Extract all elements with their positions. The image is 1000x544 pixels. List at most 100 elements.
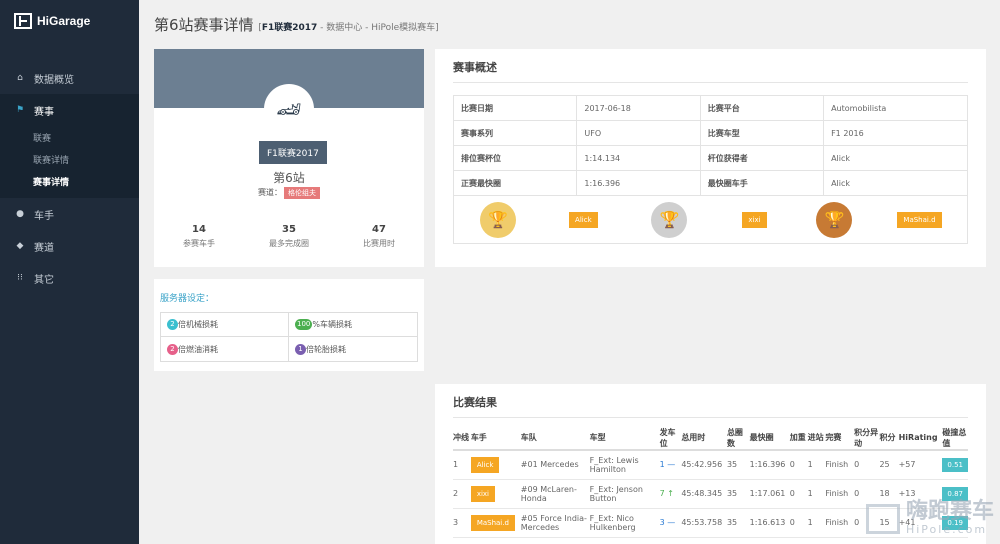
overview-table: 比赛日期 2017-06-18 比赛平台 Automobilista 赛事系列 …: [452, 95, 968, 196]
overview-key: 杆位获得者: [699, 145, 825, 171]
column-header: 完赛: [825, 426, 855, 451]
map-marker-icon: ◆: [16, 241, 24, 251]
results-title: 比赛结果: [453, 384, 968, 418]
cell-car: F_Ext: Jenson Button: [589, 479, 660, 509]
driver-tag[interactable]: MaShai.d: [897, 211, 942, 228]
podium-second: 🏆 xixi: [624, 201, 794, 238]
overview-value: 1:14.134: [576, 145, 701, 171]
stat-label: 最多完成圈: [269, 239, 309, 248]
driver-tag[interactable]: xixi: [470, 486, 495, 502]
grid-value: 7: [659, 489, 665, 498]
dash-icon: —: [667, 518, 676, 527]
page-sub-rest: - 数据中心 - HiPole模拟赛车]: [317, 23, 439, 33]
cell-grid: 3 —: [659, 508, 682, 538]
cell-pos: 1: [453, 450, 471, 480]
overview-value: Alick: [823, 145, 968, 171]
silver-trophy-icon: 🏆: [651, 201, 688, 238]
driver-tag[interactable]: Alick: [569, 211, 598, 228]
grid-value: 3: [659, 518, 665, 527]
nav-sub-event-detail[interactable]: 赛事详情: [0, 170, 139, 192]
league-badge[interactable]: F1联赛2017: [259, 141, 327, 164]
cell-ballast: 0: [789, 508, 808, 538]
cell-grid: 7 ↑: [659, 479, 682, 509]
page-subtitle: [F1联赛2017 - 数据中心 - HiPole模拟赛车]: [258, 23, 439, 33]
watermark-en: HiPole.com: [905, 523, 988, 536]
nav-label: 赛道: [34, 242, 54, 254]
stat-label: 参赛车手: [183, 239, 215, 248]
driver-tag[interactable]: Alick: [470, 457, 500, 474]
setting-value-badge: 1: [295, 343, 306, 355]
overview-key: 比赛车型: [699, 120, 825, 146]
nav-item-drivers[interactable]: ● 车手: [0, 198, 139, 230]
driver-tag[interactable]: xixi: [742, 211, 767, 228]
cell-finish: Finish: [825, 508, 855, 538]
server-settings-grid: 2 倍机械损耗 100 %车辆损耗 2 倍燃油消耗 1 倍轮胎损耗: [160, 312, 418, 362]
nav-sub-league-detail[interactable]: 联赛详情: [0, 148, 139, 170]
cell-rating: +57: [898, 450, 943, 480]
overview-key: 比赛平台: [699, 95, 825, 121]
column-header: 车队: [520, 426, 590, 451]
nav-sub-league[interactable]: 联赛: [0, 126, 139, 148]
incident-badge: 0.51: [942, 458, 968, 473]
table-row: 排位赛杯位 1:14.134 杆位获得者 Alick: [452, 145, 968, 171]
watermark-logo-icon: [865, 503, 900, 534]
nav-menu: ⌂ 数据概览 ⚑ 赛事 联赛 联赛详情 赛事详情 ● 车手 ◆ 赛道 ⁝⁝ 其它: [0, 62, 139, 294]
watermark: 嗨跑赛车 HiPole.com: [865, 499, 994, 536]
flag-icon: ⚑: [15, 105, 25, 115]
overview-key: 赛事系列: [452, 120, 578, 146]
column-header: 总用时: [681, 426, 727, 451]
setting-text: %车辆损耗: [312, 320, 352, 329]
cell-laps: 35: [726, 479, 750, 509]
setting-value-badge: 2: [167, 343, 178, 355]
stat-drivers: 14 参赛车手: [154, 224, 244, 249]
cell-change: 0: [854, 450, 880, 480]
cell-finish: Finish: [825, 450, 855, 480]
stat-value: 14: [192, 224, 206, 235]
stat-time: 47 比赛用时: [334, 224, 424, 249]
track-line: 赛道： 格伦组夫: [154, 187, 424, 199]
brand[interactable]: HiGarage: [0, 0, 139, 42]
cell-team: #01 Mercedes: [520, 450, 590, 480]
event-profile-card: 🏎 F1联赛2017 第6站 赛道： 格伦组夫 14 参赛车手 35 最多完成圈 …: [154, 49, 424, 267]
driver-tag[interactable]: MaShai.d: [470, 515, 515, 531]
cell-time: 45:48.345: [681, 479, 727, 509]
watermark-cn: 嗨跑赛车: [905, 499, 994, 524]
track-label: 赛道：: [258, 188, 282, 197]
server-setting-item: 2 倍机械损耗: [161, 313, 289, 337]
server-setting-item: 100 %车辆损耗: [289, 313, 417, 337]
table-row: 赛事系列 UFO 比赛车型 F1 2016: [452, 120, 968, 146]
nav-label: 赛事: [34, 106, 54, 118]
nav-item-events[interactable]: ⚑ 赛事: [0, 94, 139, 126]
cell-driver: Alick: [470, 450, 521, 480]
page-league-link[interactable]: F1联赛2017: [262, 23, 317, 33]
column-header: 冲线: [453, 426, 471, 451]
nav-item-tracks[interactable]: ◆ 赛道: [0, 230, 139, 262]
brand-name: HiGarage: [37, 14, 91, 28]
column-header: 加重: [789, 426, 808, 451]
sidebar: HiGarage ⌂ 数据概览 ⚑ 赛事 联赛 联赛详情 赛事详情 ● 车手 ◆…: [0, 0, 139, 544]
overview-key: 正赛最快圈: [452, 170, 578, 196]
nav-item-others[interactable]: ⁝⁝ 其它: [0, 262, 139, 294]
stat-laps: 35 最多完成圈: [244, 224, 334, 249]
cell-pos: 2: [453, 479, 471, 509]
setting-value-badge: 2: [167, 319, 178, 330]
user-icon: ●: [16, 209, 24, 219]
overview-value: Alick: [823, 170, 968, 196]
column-header: 最快圈: [749, 426, 790, 451]
nav-item-dashboard[interactable]: ⌂ 数据概览: [0, 62, 139, 94]
cell-pit: 1: [807, 450, 826, 480]
cell-pit: 1: [807, 479, 826, 509]
cell-car: F_Ext: Lewis Hamilton: [589, 450, 660, 480]
overview-key: 最快圈车手: [699, 170, 825, 196]
column-header: 车型: [589, 426, 660, 451]
column-header: 车手: [470, 426, 521, 451]
cell-team: #05 Force India-Mercedes: [520, 508, 590, 538]
stat-label: 比赛用时: [363, 239, 395, 248]
overview-value: 2017-06-18: [576, 95, 701, 121]
server-settings-title: 服务器设定：: [160, 294, 215, 304]
table-row: 1 Alick #01 Mercedes F_Ext: Lewis Hamilt…: [453, 450, 968, 480]
setting-value-badge: 100: [295, 319, 313, 330]
track-badge[interactable]: 格伦组夫: [284, 187, 320, 199]
cell-incident: 0.51: [942, 450, 968, 480]
cell-laps: 35: [726, 450, 750, 480]
